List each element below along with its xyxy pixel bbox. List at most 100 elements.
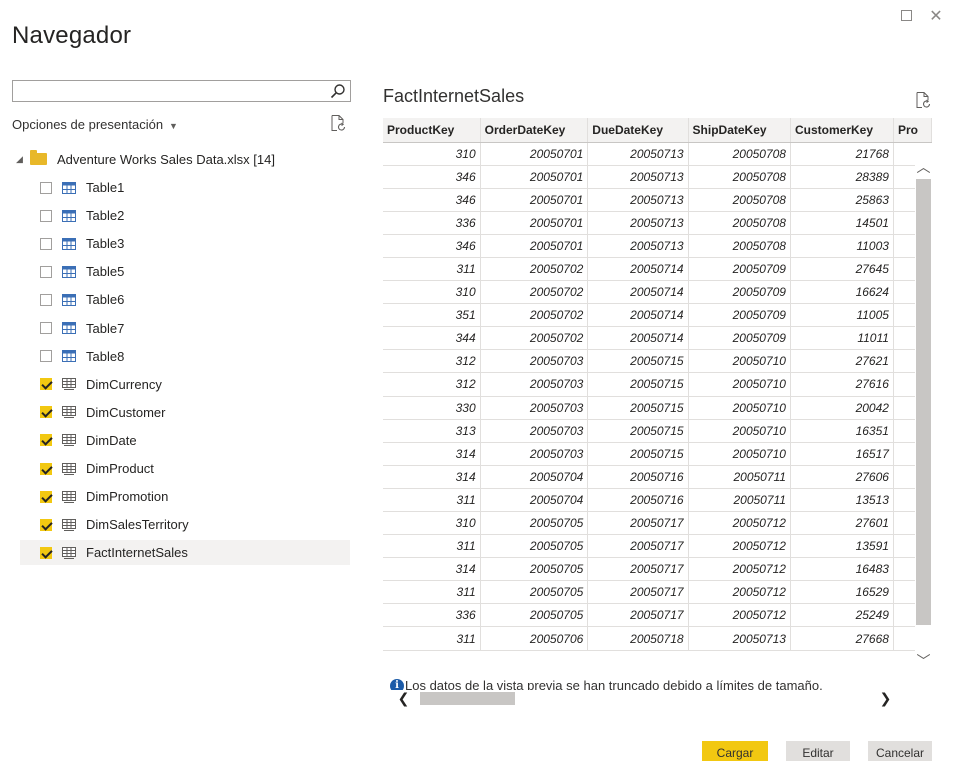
tree-item-checkbox[interactable] (40, 406, 52, 419)
load-button[interactable]: Cargar (702, 741, 768, 761)
table-row: 312 20050703 20050715 20050710 27616 (383, 372, 932, 397)
table-icon (62, 181, 76, 194)
table-cell: 312 (383, 372, 481, 397)
tree-root-workbook[interactable]: ◢ Adventure Works Sales Data.xlsx [14] (14, 148, 350, 170)
table-cell: 20050714 (587, 326, 689, 351)
scroll-up-icon[interactable]: ︿ (915, 159, 932, 176)
tree-item-checkbox[interactable] (40, 265, 52, 278)
table-cell: 20050713 (587, 234, 689, 258)
tree-item[interactable]: Table6 (20, 287, 350, 312)
table-cell: 20050715 (587, 419, 689, 443)
table-row: 346 20050701 20050713 20050708 11003 (383, 234, 932, 258)
tree-item[interactable]: Table1 (20, 175, 350, 200)
tree-item[interactable]: DimProduct (20, 456, 350, 481)
search-icon[interactable] (330, 83, 346, 99)
table-cell: 20050702 (480, 257, 589, 282)
scroll-left-icon[interactable]: ❮ (395, 690, 412, 707)
refresh-preview-icon[interactable] (914, 91, 932, 109)
table-icon (62, 350, 76, 363)
sheet-icon (62, 378, 76, 391)
horizontal-scrollbar[interactable]: ❮ ❯ (383, 690, 932, 707)
tree-item[interactable]: DimCurrency (20, 372, 350, 397)
tree-item-checkbox[interactable] (40, 209, 52, 222)
table-cell: 20050717 (587, 557, 689, 582)
tree-item[interactable]: Table8 (20, 344, 350, 369)
table-cell: 20050717 (587, 511, 689, 536)
column-header[interactable]: OrderDateKey (480, 118, 589, 143)
tree-item[interactable]: Table2 (20, 203, 350, 228)
table-cell: 20050710 (688, 396, 791, 420)
display-options-dropdown[interactable]: Opciones de presentación ▼ (12, 117, 178, 132)
tree-item-label: FactInternetSales (86, 545, 188, 561)
tree-item[interactable]: Table3 (20, 231, 350, 256)
tree-item[interactable]: DimDate (20, 428, 350, 453)
table-cell: 20050714 (587, 280, 689, 305)
table-cell: 20050709 (688, 326, 791, 351)
tree-item-label: DimCustomer (86, 404, 166, 420)
tree-item-checkbox[interactable] (40, 490, 52, 503)
table-cell: 20050706 (480, 626, 589, 651)
tree-item-checkbox[interactable] (40, 518, 52, 531)
tree-item[interactable]: Table7 (20, 316, 350, 341)
table-icon (62, 237, 76, 250)
refresh-icon[interactable] (329, 114, 347, 132)
tree-item-checkbox[interactable] (40, 237, 52, 250)
tree-item-label: DimPromotion (86, 489, 169, 505)
table-cell: 20050703 (480, 372, 589, 397)
table-cell: 20050701 (480, 188, 589, 212)
tree-item[interactable]: DimSalesTerritory (20, 512, 350, 537)
table-cell: 20050713 (688, 626, 791, 651)
tree-item[interactable]: Table5 (20, 259, 350, 284)
column-header[interactable]: ShipDateKey (688, 118, 791, 143)
column-header[interactable]: Pro (893, 118, 932, 143)
table-cell: 20050717 (587, 580, 689, 605)
tree-item-checkbox[interactable] (40, 546, 52, 559)
table-row: 311 20050704 20050716 20050711 13513 (383, 488, 932, 513)
table-cell: 21768 (790, 142, 894, 166)
tree-item-checkbox[interactable] (40, 322, 52, 334)
table-row: 310 20050702 20050714 20050709 16624 (383, 280, 932, 305)
tree-item-checkbox[interactable] (40, 434, 52, 447)
cancel-button[interactable]: Cancelar (868, 741, 932, 761)
column-header[interactable]: ProductKey (383, 118, 481, 143)
sheet-icon (62, 490, 76, 503)
table-cell: 20050715 (587, 372, 689, 397)
expand-triangle-icon[interactable]: ◢ (16, 154, 30, 165)
vertical-scroll-thumb[interactable] (916, 179, 931, 625)
table-cell: 20050711 (688, 465, 791, 489)
table-icon (62, 322, 76, 334)
display-options-label: Opciones de presentación (12, 117, 164, 132)
table-cell: 312 (383, 349, 481, 374)
table-row: 311 20050702 20050714 20050709 27645 (383, 257, 932, 282)
navigator-tree: ◢ Adventure Works Sales Data.xlsx [14] T… (14, 148, 350, 566)
column-header[interactable]: CustomerKey (790, 118, 894, 143)
table-cell: 20050713 (587, 142, 689, 166)
table-cell: 27606 (790, 465, 894, 489)
tree-item-checkbox[interactable] (40, 293, 52, 306)
close-button[interactable]: ✕ (925, 6, 947, 28)
table-cell: 20050701 (480, 211, 589, 235)
scroll-down-icon[interactable]: ﹀ (915, 653, 932, 670)
table-row: 336 20050705 20050717 20050712 25249 (383, 603, 932, 628)
tree-item-checkbox[interactable] (40, 378, 52, 391)
table-cell: 20050715 (587, 396, 689, 420)
tree-item[interactable]: FactInternetSales (20, 540, 350, 566)
tree-item-checkbox[interactable] (40, 181, 52, 194)
edit-button[interactable]: Editar (786, 741, 850, 761)
tree-item-checkbox[interactable] (40, 462, 52, 475)
maximize-button[interactable] (895, 6, 917, 28)
column-header[interactable]: DueDateKey (587, 118, 689, 143)
tree-item-label: Table2 (86, 208, 125, 224)
table-cell: 311 (383, 488, 481, 513)
tree-item[interactable]: DimPromotion (20, 484, 350, 509)
tree-item-checkbox[interactable] (40, 350, 52, 363)
vertical-scrollbar[interactable]: ︿ ﹀ (915, 143, 932, 677)
search-input[interactable] (12, 80, 351, 102)
table-cell: 20050716 (587, 488, 689, 513)
preview-grid[interactable]: ProductKey OrderDateKey DueDateKey ShipDate… (383, 118, 932, 708)
scroll-right-icon[interactable]: ❯ (877, 690, 894, 707)
table-cell: 20050710 (688, 349, 791, 374)
horizontal-scroll-thumb[interactable] (420, 692, 515, 705)
table-cell: 20050703 (480, 349, 589, 374)
tree-item[interactable]: DimCustomer (20, 400, 350, 425)
